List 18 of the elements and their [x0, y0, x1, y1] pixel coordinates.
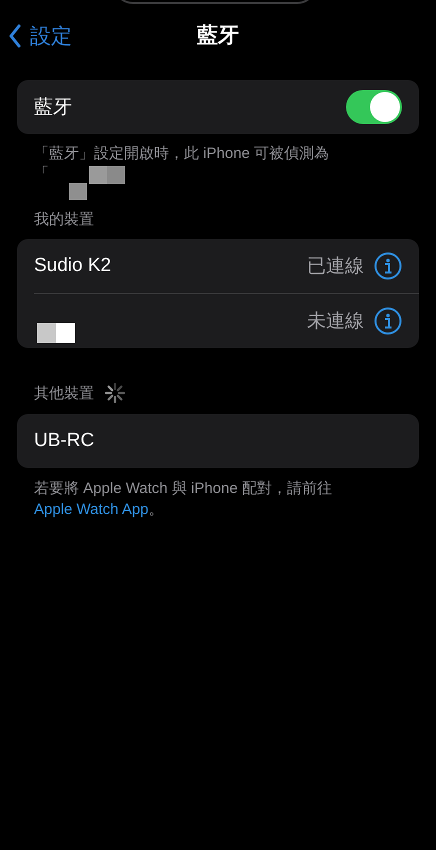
section-header: 其他裝置 — [34, 384, 94, 402]
footer-text: 「藍牙」設定開啟時，此 iPhone 可被偵測為 — [34, 144, 330, 163]
back-button[interactable]: 設定 — [8, 22, 72, 50]
device-name[interactable]: UB-RC — [34, 430, 94, 452]
page-title: 藍牙 — [197, 23, 239, 49]
connection-status: 未連線 — [307, 310, 364, 334]
footer-text: 若要將 Apple Watch 與 iPhone 配對，請前往 Apple Watch App。 — [33, 479, 333, 520]
redaction-mark — [37, 323, 75, 343]
chevron-icon — [8, 24, 22, 48]
connection-status: 已連線 — [307, 255, 364, 279]
section-header: 我的裝置 — [33, 210, 95, 229]
info-icon[interactable] — [374, 252, 402, 280]
apple-watch-link[interactable]: Apple Watch App — [34, 501, 149, 518]
bluetooth-toggle[interactable] — [346, 90, 402, 124]
row-label: 藍牙 — [34, 96, 72, 120]
footer-text: 「 — [34, 164, 49, 183]
device-name[interactable]: Sudio K2 — [34, 255, 112, 277]
info-icon[interactable] — [374, 307, 402, 335]
